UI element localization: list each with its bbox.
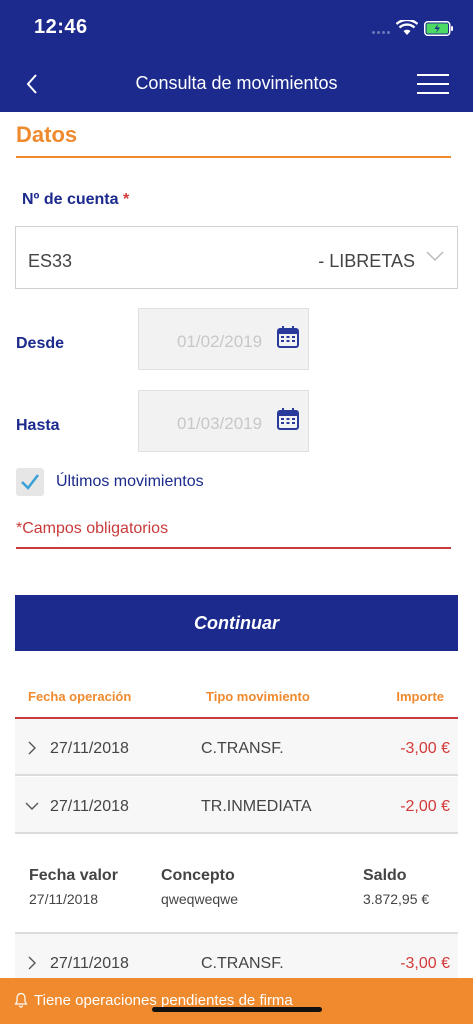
calendar-icon[interactable] [276,325,300,349]
row-date: 27/11/2018 [50,798,129,815]
chevron-right-icon [28,956,36,970]
nav-bar: Consulta de movimientos [0,56,473,112]
battery-icon [424,21,453,36]
row-date: 27/11/2018 [50,740,129,757]
account-label-text: Nº de cuenta [22,191,119,208]
account-type: - LIBRETAS [318,251,415,271]
concept-value: qweqweqwe [161,891,239,907]
value-date: 27/11/2018 [29,891,99,907]
calendar-icon[interactable] [276,407,300,431]
to-date-field[interactable]: 01/03/2019 [138,390,309,452]
row-date: 27/11/2018 [50,955,129,972]
account-label: Nº de cuenta * [22,191,129,209]
chevron-down-icon [426,251,444,262]
row-amount: -3,00 € [400,740,450,757]
bell-icon [14,992,28,1008]
last-movements-label[interactable]: Últimos movimientos [56,473,204,491]
account-number: ES33 [28,251,73,271]
row-type: TR.INMEDIATA [201,798,312,815]
table-row[interactable]: 27/11/2018 TR.INMEDIATA -2,00 € [15,777,458,834]
page-title: Consulta de movimientos [135,73,338,93]
status-bar: 12:46 [0,0,473,56]
concept-label: Concepto [161,867,235,884]
required-fields-note: *Campos obligatorios [16,520,169,537]
wifi-icon [396,20,418,35]
from-date-value: 01/02/2019 [177,332,263,351]
required-divider [16,547,451,549]
status-time: 12:46 [34,16,88,38]
balance-value: 3.872,95 € [363,891,430,907]
chevron-right-icon [28,741,36,755]
chevron-down-icon [25,802,39,810]
to-date-value: 01/03/2019 [177,414,263,433]
header-movement-type: Tipo movimiento [206,689,310,704]
row-amount: -3,00 € [400,955,450,972]
row-type: C.TRANSF. [201,955,284,972]
pending-operations-bar[interactable]: Tiene operaciones pendientes de firma [0,978,473,1024]
movement-detail: Fecha valor 27/11/2018 Concepto qweqweqw… [15,836,458,934]
hamburger-menu-icon[interactable] [417,72,449,96]
from-date-field[interactable]: 01/02/2019 [138,308,309,370]
signal-icon [372,31,392,35]
table-row[interactable]: 27/11/2018 C.TRANSF. -3,00 € [15,719,458,776]
section-divider [16,156,451,158]
home-indicator [152,1007,322,1012]
last-movements-checkbox[interactable] [16,468,44,496]
checkmark-icon [21,474,39,490]
account-select[interactable]: ES33 - LIBRETAS [15,226,458,289]
balance-label: Saldo [363,867,407,884]
continue-button[interactable]: Continuar [15,595,458,651]
required-mark: * [122,191,130,208]
row-amount: -2,00 € [400,798,450,815]
row-type: C.TRANSF. [201,740,284,757]
to-label: Hasta [16,417,60,434]
from-label: Desde [16,335,65,352]
section-title: Datos [16,122,78,147]
header-amount: Importe [396,689,444,704]
value-date-label: Fecha valor [29,867,118,884]
header-operation-date: Fecha operación [28,689,132,704]
